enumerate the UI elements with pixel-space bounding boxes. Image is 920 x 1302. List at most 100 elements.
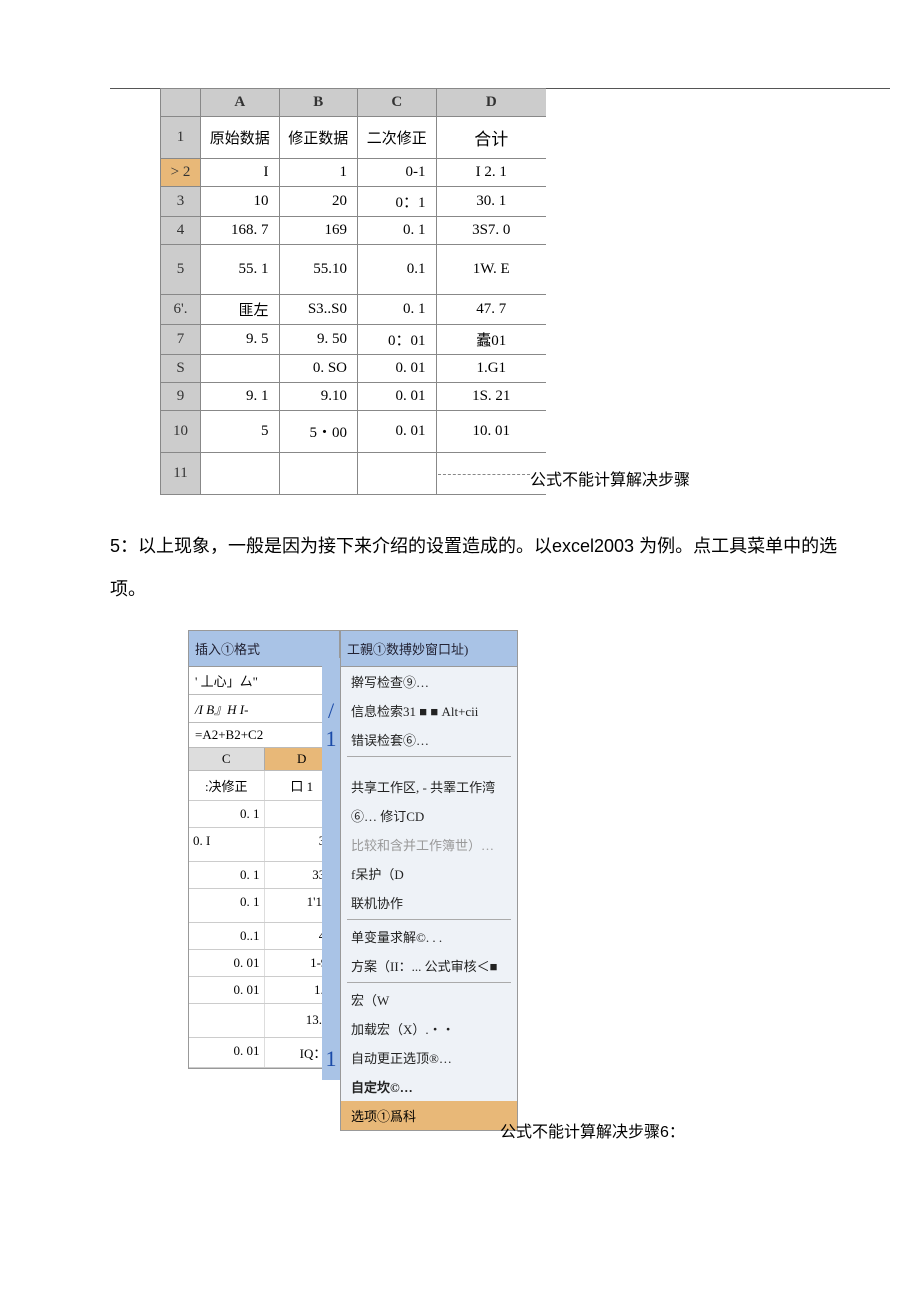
- menu-separator-2: [347, 919, 511, 920]
- row-4-head[interactable]: 4: [161, 217, 201, 245]
- row-1-head[interactable]: 1: [161, 117, 201, 159]
- hdr-A: 原始数据: [201, 117, 280, 159]
- menu-item-options-highlighted[interactable]: 选项①爲科: [341, 1101, 517, 1130]
- cell-B8[interactable]: 0. SO: [279, 355, 358, 383]
- toolbar-row-a: ' 丄心」厶": [189, 667, 339, 695]
- hdr-D: 合计: [436, 117, 546, 159]
- cell-C6[interactable]: 0. 1: [358, 295, 437, 325]
- cell-A3[interactable]: 10: [201, 187, 280, 217]
- col-B[interactable]: B: [279, 89, 358, 117]
- cell-D7[interactable]: 蠹01: [436, 325, 546, 355]
- cell-A7[interactable]: 9. 5: [201, 325, 280, 355]
- mc-2c[interactable]: 0. 1: [189, 862, 265, 888]
- menu-item-research[interactable]: 信息检索31 ■ ■ Alt+cii: [341, 696, 517, 725]
- menu-item-protection[interactable]: f呆护（D: [341, 859, 517, 888]
- annotation-step-6: 公式不能计算解决步骤6：: [500, 1118, 685, 1142]
- row-2-head[interactable]: > 2: [161, 159, 201, 187]
- cell-D5[interactable]: 1W. E: [436, 245, 546, 295]
- insert-format-header: 插入①格式: [188, 630, 340, 666]
- mc-3c[interactable]: 0. 1: [189, 889, 265, 922]
- cell-D2[interactable]: I 2. 1: [436, 159, 546, 187]
- side-num-1a: 1: [322, 726, 340, 752]
- menu-left-panel: 插入①格式 ' 丄心」厶" /I B』H I- =A2+B2+C2 C D :决…: [188, 630, 340, 1069]
- cell-C7[interactable]: 0：01: [358, 325, 437, 355]
- menu-item-goal-seek[interactable]: 单变量求解©. . .: [341, 922, 517, 951]
- cell-A4[interactable]: 168. 7: [201, 217, 280, 245]
- cell-B11[interactable]: [279, 453, 358, 495]
- col-D[interactable]: D: [436, 89, 546, 117]
- tools-menu-dropdown: 工親①数搏妙窗口址) 擀写检查⑨… 信息检索31 ■ ■ Alt+cii 错误检…: [340, 630, 518, 1131]
- paragraph-step-5: 5：以上现象，一般是因为接下来介绍的设置造成的。以excel2003 为例。点工…: [110, 525, 870, 611]
- menu-item-autocorrect[interactable]: 自动更正选顶®…: [341, 1043, 517, 1072]
- cell-D8[interactable]: 1.G1: [436, 355, 546, 383]
- cell-B4[interactable]: 169: [279, 217, 358, 245]
- cell-A9[interactable]: 9. 1: [201, 383, 280, 411]
- cell-A10[interactable]: 5: [201, 411, 280, 453]
- cell-B3[interactable]: 20: [279, 187, 358, 217]
- cell-A6[interactable]: 匪左: [201, 295, 280, 325]
- hdr-C: 二次修正: [358, 117, 437, 159]
- menu-item-online-collab[interactable]: 联机协作: [341, 888, 517, 917]
- cell-B7[interactable]: 9. 50: [279, 325, 358, 355]
- menu-separator-3: [347, 982, 511, 983]
- menu-item-spellcheck[interactable]: 擀写检查⑨…: [341, 667, 517, 696]
- spreadsheet-table-1: A B C D 1 原始数据 修正数据 二次修正 合计 > 2 I 1 0-1 …: [160, 88, 546, 495]
- cell-D4[interactable]: 3S7. 0: [436, 217, 546, 245]
- row-6-head[interactable]: 6'.: [161, 295, 201, 325]
- formula-bar[interactable]: =A2+B2+C2: [189, 723, 339, 748]
- annotation-step-label: 公式不能计算解决步骤: [530, 466, 690, 490]
- menu-side-bar: / 1 1: [322, 658, 340, 1080]
- mini-hdr-C: :决修正: [189, 771, 265, 800]
- cell-D10[interactable]: 10. 01: [436, 411, 546, 453]
- cell-A5[interactable]: 55. 1: [201, 245, 280, 295]
- cell-B5[interactable]: 55.10: [279, 245, 358, 295]
- menu-item-error-check[interactable]: 错误检套⑥…: [341, 725, 517, 754]
- menu-item-scenarios[interactable]: 方案（II：... 公式审核＜■: [341, 951, 517, 980]
- cell-C5[interactable]: 0.1: [358, 245, 437, 295]
- cell-C11[interactable]: [358, 453, 437, 495]
- mc-1c[interactable]: 0. I: [189, 828, 265, 861]
- row-10-head[interactable]: 10: [161, 411, 201, 453]
- menu-item-addins[interactable]: 加载宏（X）.・・: [341, 1014, 517, 1043]
- cell-C10[interactable]: 0. 01: [358, 411, 437, 453]
- toolbar-row-b: /I B』H I-: [189, 695, 339, 723]
- col-C[interactable]: C: [358, 89, 437, 117]
- side-num-1b: 1: [322, 1046, 340, 1072]
- row-7-head[interactable]: 7: [161, 325, 201, 355]
- row-8-head[interactable]: S: [161, 355, 201, 383]
- cell-B6[interactable]: S3..S0: [279, 295, 358, 325]
- cell-A8[interactable]: [201, 355, 280, 383]
- menu-item-macro[interactable]: 宏（W: [341, 985, 517, 1014]
- corner-cell: [161, 89, 201, 117]
- cell-B2[interactable]: 1: [279, 159, 358, 187]
- mini-col-C[interactable]: C: [189, 748, 265, 770]
- row-11-head[interactable]: 11: [161, 453, 201, 495]
- cell-A11[interactable]: [201, 453, 280, 495]
- mc-8c[interactable]: 0. 01: [189, 1038, 265, 1067]
- cell-D6[interactable]: 47. 7: [436, 295, 546, 325]
- cell-B10[interactable]: 5・00: [279, 411, 358, 453]
- col-A[interactable]: A: [201, 89, 280, 117]
- cell-C8[interactable]: 0. 01: [358, 355, 437, 383]
- row-5-head[interactable]: 5: [161, 245, 201, 295]
- mc-7c[interactable]: [189, 1004, 265, 1037]
- menu-item-shared-workspace[interactable]: 共享工作区, - 共睪工作湾: [341, 759, 517, 801]
- cell-C9[interactable]: 0. 01: [358, 383, 437, 411]
- menu-item-customize[interactable]: 自定坎©…: [341, 1072, 517, 1101]
- cell-D3[interactable]: 30. 1: [436, 187, 546, 217]
- cell-B9[interactable]: 9.10: [279, 383, 358, 411]
- row-3-head[interactable]: 3: [161, 187, 201, 217]
- hdr-B: 修正数据: [279, 117, 358, 159]
- row-9-head[interactable]: 9: [161, 383, 201, 411]
- tools-menu-header: 工親①数搏妙窗口址): [341, 631, 517, 667]
- cell-A2[interactable]: I: [201, 159, 280, 187]
- mc-6c[interactable]: 0. 01: [189, 977, 265, 1003]
- mc-5c[interactable]: 0. 01: [189, 950, 265, 976]
- cell-C4[interactable]: 0. 1: [358, 217, 437, 245]
- mc-0c[interactable]: 0. 1: [189, 801, 265, 827]
- cell-D9[interactable]: 1S. 21: [436, 383, 546, 411]
- menu-item-track-changes[interactable]: ⑥… 修订CD: [341, 801, 517, 830]
- cell-C3[interactable]: 0：1: [358, 187, 437, 217]
- cell-C2[interactable]: 0-1: [358, 159, 437, 187]
- mc-4c[interactable]: 0..1: [189, 923, 265, 949]
